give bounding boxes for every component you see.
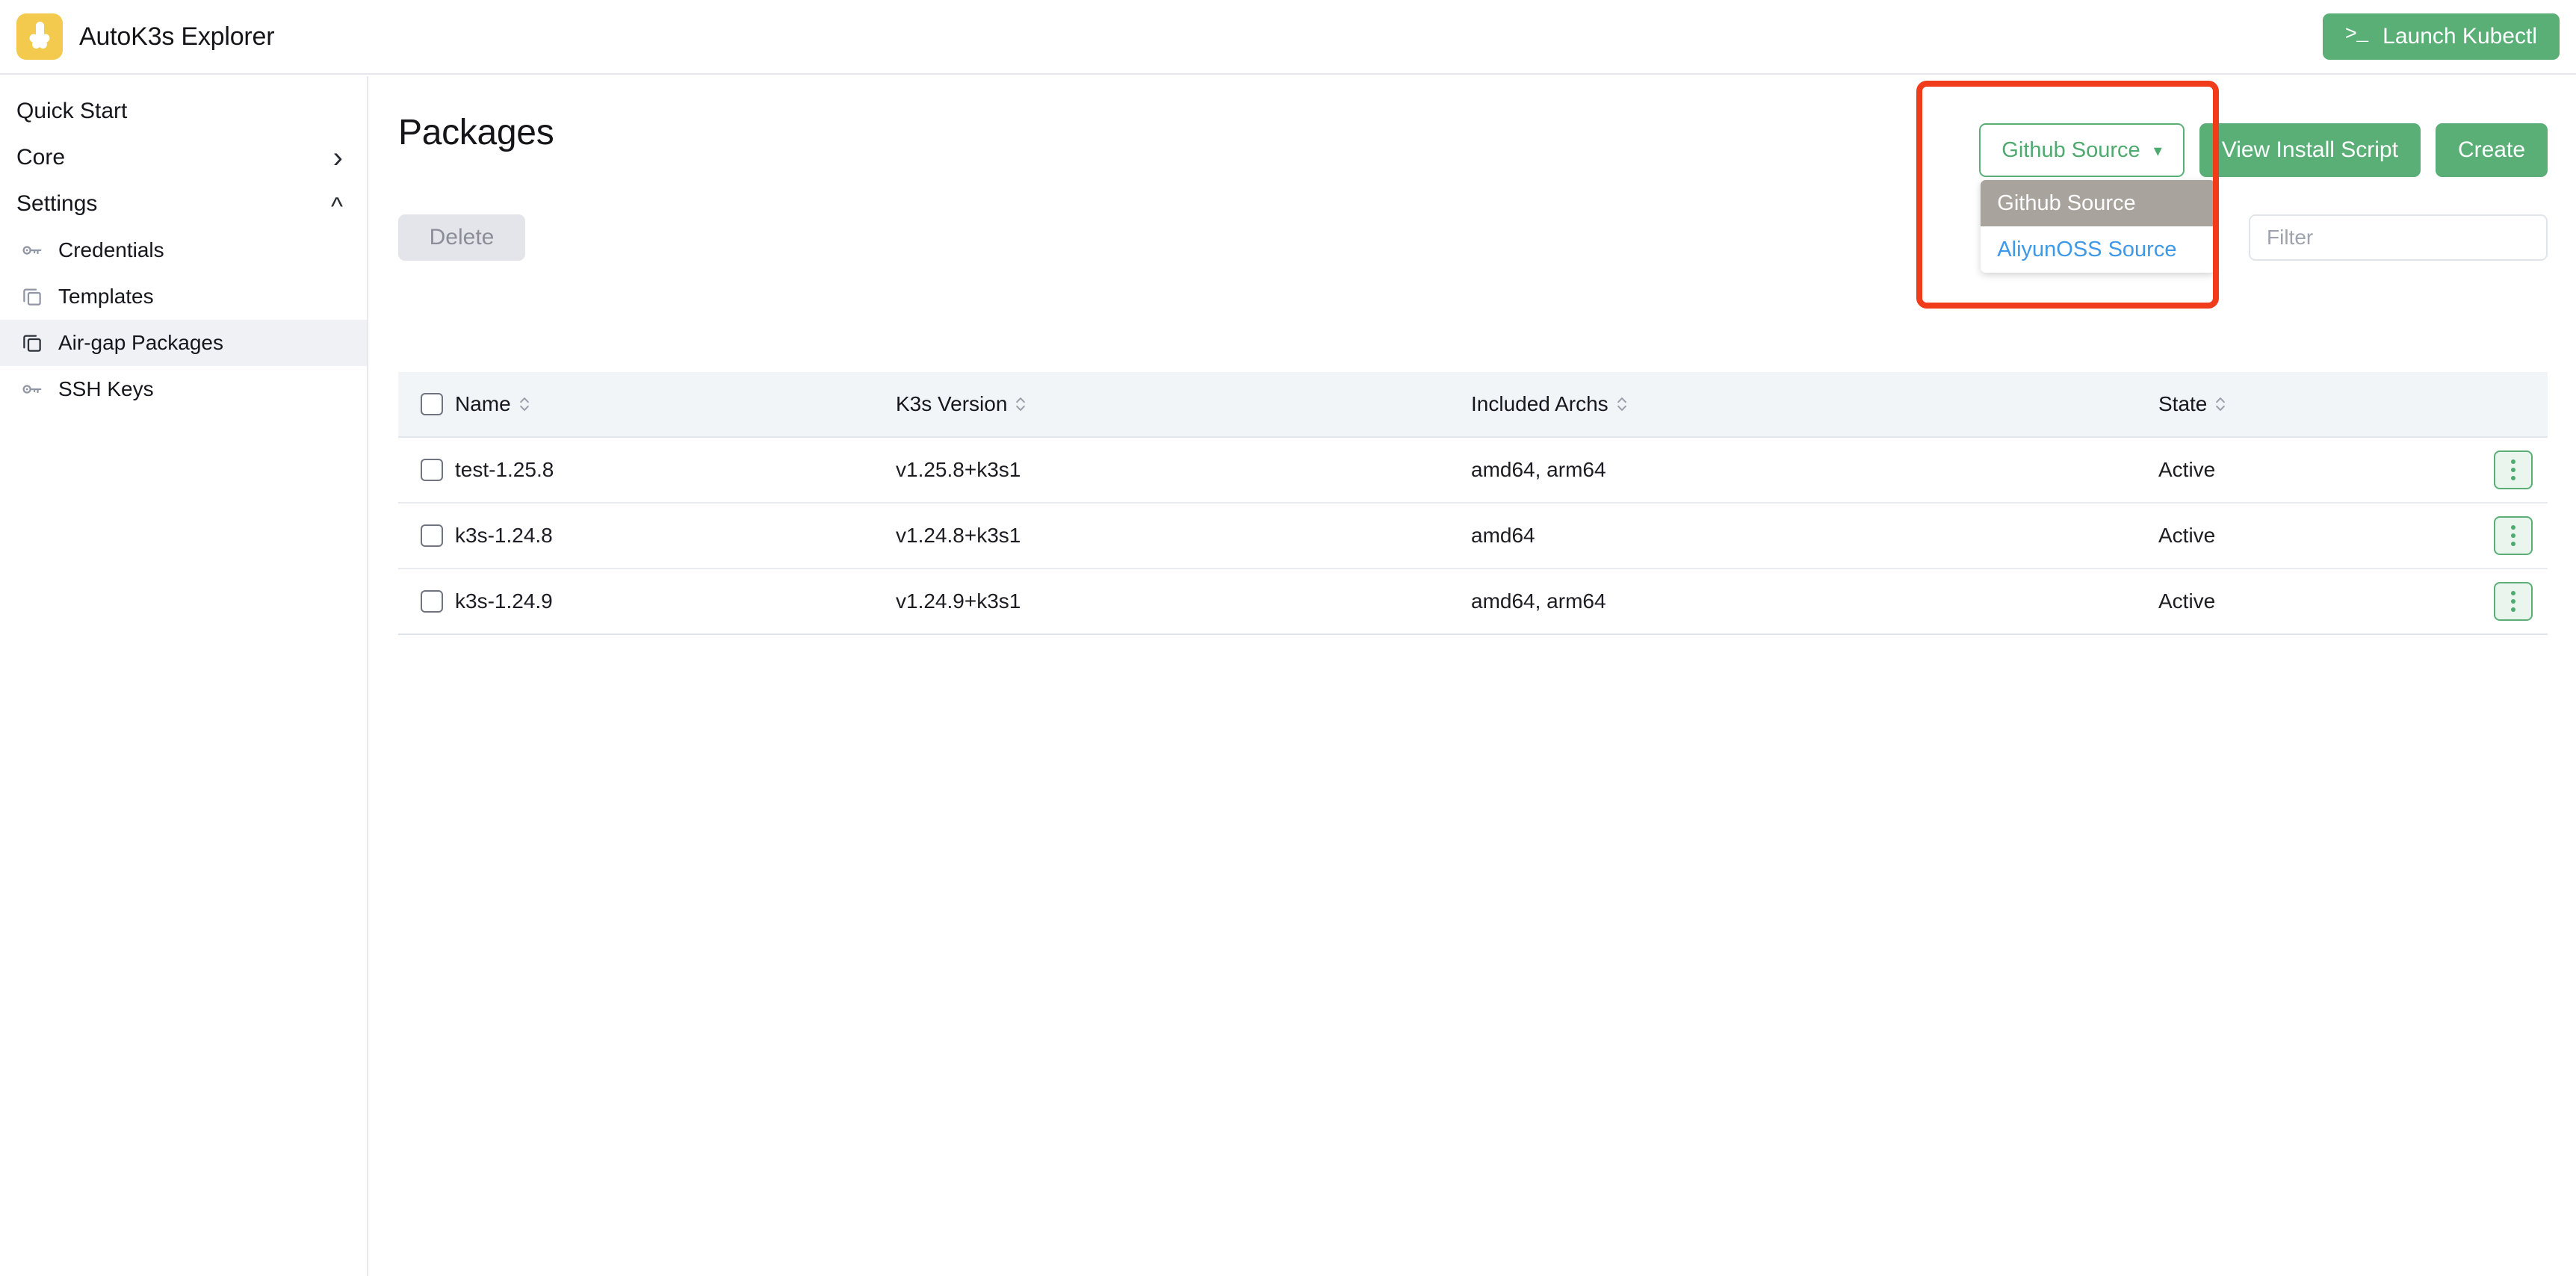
source-select-button[interactable]: Github Source ▾	[1979, 123, 2185, 177]
sidebar-item-core[interactable]: Core	[0, 134, 367, 181]
app-header: AutoK3s Explorer >_ Launch Kubectl	[0, 0, 2576, 75]
copy-icon	[23, 335, 41, 352]
row-actions-menu-button[interactable]	[2494, 450, 2533, 489]
column-header-state[interactable]: State	[2158, 392, 2458, 416]
cell-k3s-version: v1.24.8+k3s1	[896, 524, 1021, 547]
sidebar-item-settings[interactable]: Settings	[0, 181, 367, 227]
sort-icon	[1016, 397, 1026, 411]
chevron-up-icon	[331, 191, 343, 217]
sort-icon	[1617, 397, 1626, 411]
cell-state: Active	[2158, 589, 2216, 613]
page-title: Packages	[398, 113, 554, 152]
row-actions-cell	[2458, 582, 2548, 621]
table-row[interactable]: k3s-1.24.9 v1.24.9+k3s1 amd64, arm64 Act…	[398, 569, 2548, 635]
chevron-down-icon: ▾	[2153, 141, 2162, 160]
row-select-cell	[398, 524, 455, 547]
cell-k3s-version: v1.24.9+k3s1	[896, 589, 1021, 613]
row-select-cell	[398, 590, 455, 613]
row-actions-menu-button[interactable]	[2494, 516, 2533, 555]
sidebar-item-label: Air-gap Packages	[58, 331, 224, 354]
cell-name: k3s-1.24.8	[455, 524, 553, 547]
sidebar-item-label: Quick Start	[16, 99, 128, 123]
copy-icon	[23, 288, 41, 306]
cell-included-archs: amd64	[1471, 524, 1535, 547]
terminal-icon: >_	[2344, 23, 2368, 46]
view-install-script-button[interactable]: View Install Script	[2199, 123, 2421, 177]
column-header-k3s-version[interactable]: K3s Version	[896, 392, 1471, 416]
sort-icon	[2216, 397, 2226, 411]
column-label: Name	[455, 392, 511, 415]
sidebar-item-label: Templates	[58, 285, 154, 308]
column-label: K3s Version	[896, 392, 1008, 415]
create-button[interactable]: Create	[2435, 123, 2548, 177]
k3s-logo-icon	[16, 13, 63, 60]
cell-name: k3s-1.24.9	[455, 589, 553, 613]
launch-kubectl-button[interactable]: >_ Launch Kubectl	[2322, 13, 2560, 60]
key-icon	[22, 385, 42, 394]
row-actions-menu-button[interactable]	[2494, 582, 2533, 621]
column-label: Included Archs	[1471, 392, 1609, 415]
sort-icon	[519, 397, 529, 411]
main-content: Packages Delete Github Source ▾ Github S…	[370, 76, 2576, 1276]
app-title: AutoK3s Explorer	[79, 22, 275, 51]
cell-state: Active	[2158, 524, 2216, 547]
dropdown-option-github-source[interactable]: Github Source	[1981, 180, 2216, 226]
sidebar-item-ssh-keys[interactable]: SSH Keys	[0, 366, 367, 412]
header-actions: >_ Launch Kubectl	[2322, 13, 2576, 60]
cell-k3s-version: v1.25.8+k3s1	[896, 458, 1021, 481]
sidebar: Quick Start Core Settings Credentials Te…	[0, 76, 368, 1276]
row-checkbox[interactable]	[421, 459, 443, 481]
row-actions-cell	[2458, 516, 2548, 555]
row-actions-cell	[2458, 450, 2548, 489]
cell-included-archs: amd64, arm64	[1471, 458, 1606, 481]
chevron-right-icon	[333, 143, 343, 173]
sidebar-item-label: Settings	[16, 191, 98, 216]
cell-name: test-1.25.8	[455, 458, 554, 481]
table-row[interactable]: test-1.25.8 v1.25.8+k3s1 amd64, arm64 Ac…	[398, 438, 2548, 504]
sidebar-item-credentials[interactable]: Credentials	[0, 227, 367, 273]
source-select-value: Github Source	[2001, 137, 2140, 162]
cell-included-archs: amd64, arm64	[1471, 589, 1606, 613]
filter-input[interactable]	[2249, 214, 2548, 261]
sidebar-item-templates[interactable]: Templates	[0, 273, 367, 320]
column-header-included-archs[interactable]: Included Archs	[1471, 392, 2158, 416]
toolbar-actions: Github Source ▾ Github Source AliyunOSS …	[1979, 123, 2548, 273]
key-icon	[22, 246, 42, 255]
row-checkbox[interactable]	[421, 524, 443, 547]
packages-table: Name K3s Version Included Archs State te…	[398, 372, 2548, 635]
sidebar-item-label: Credentials	[58, 238, 164, 261]
dropdown-option-aliyunoss-source[interactable]: AliyunOSS Source	[1981, 226, 2216, 273]
source-dropdown-menu: Github Source AliyunOSS Source	[1981, 180, 2216, 273]
delete-button[interactable]: Delete	[398, 214, 525, 261]
launch-kubectl-label: Launch Kubectl	[2383, 24, 2537, 49]
select-all-checkbox[interactable]	[421, 393, 443, 415]
table-row[interactable]: k3s-1.24.8 v1.24.8+k3s1 amd64 Active	[398, 504, 2548, 569]
column-header-name[interactable]: Name	[455, 392, 896, 416]
sidebar-item-label: SSH Keys	[58, 377, 154, 400]
source-select-wrapper: Github Source ▾ Github Source AliyunOSS …	[1979, 123, 2216, 273]
row-select-cell	[398, 459, 455, 481]
sidebar-item-label: Core	[16, 145, 66, 170]
cell-state: Active	[2158, 458, 2216, 481]
table-header-row: Name K3s Version Included Archs State	[398, 372, 2548, 438]
row-checkbox[interactable]	[421, 590, 443, 613]
brand: AutoK3s Explorer	[0, 13, 275, 60]
sidebar-item-quick-start[interactable]: Quick Start	[0, 88, 367, 134]
sidebar-item-air-gap-packages[interactable]: Air-gap Packages	[0, 320, 367, 366]
column-label: State	[2158, 392, 2208, 415]
select-all-cell	[398, 393, 455, 415]
